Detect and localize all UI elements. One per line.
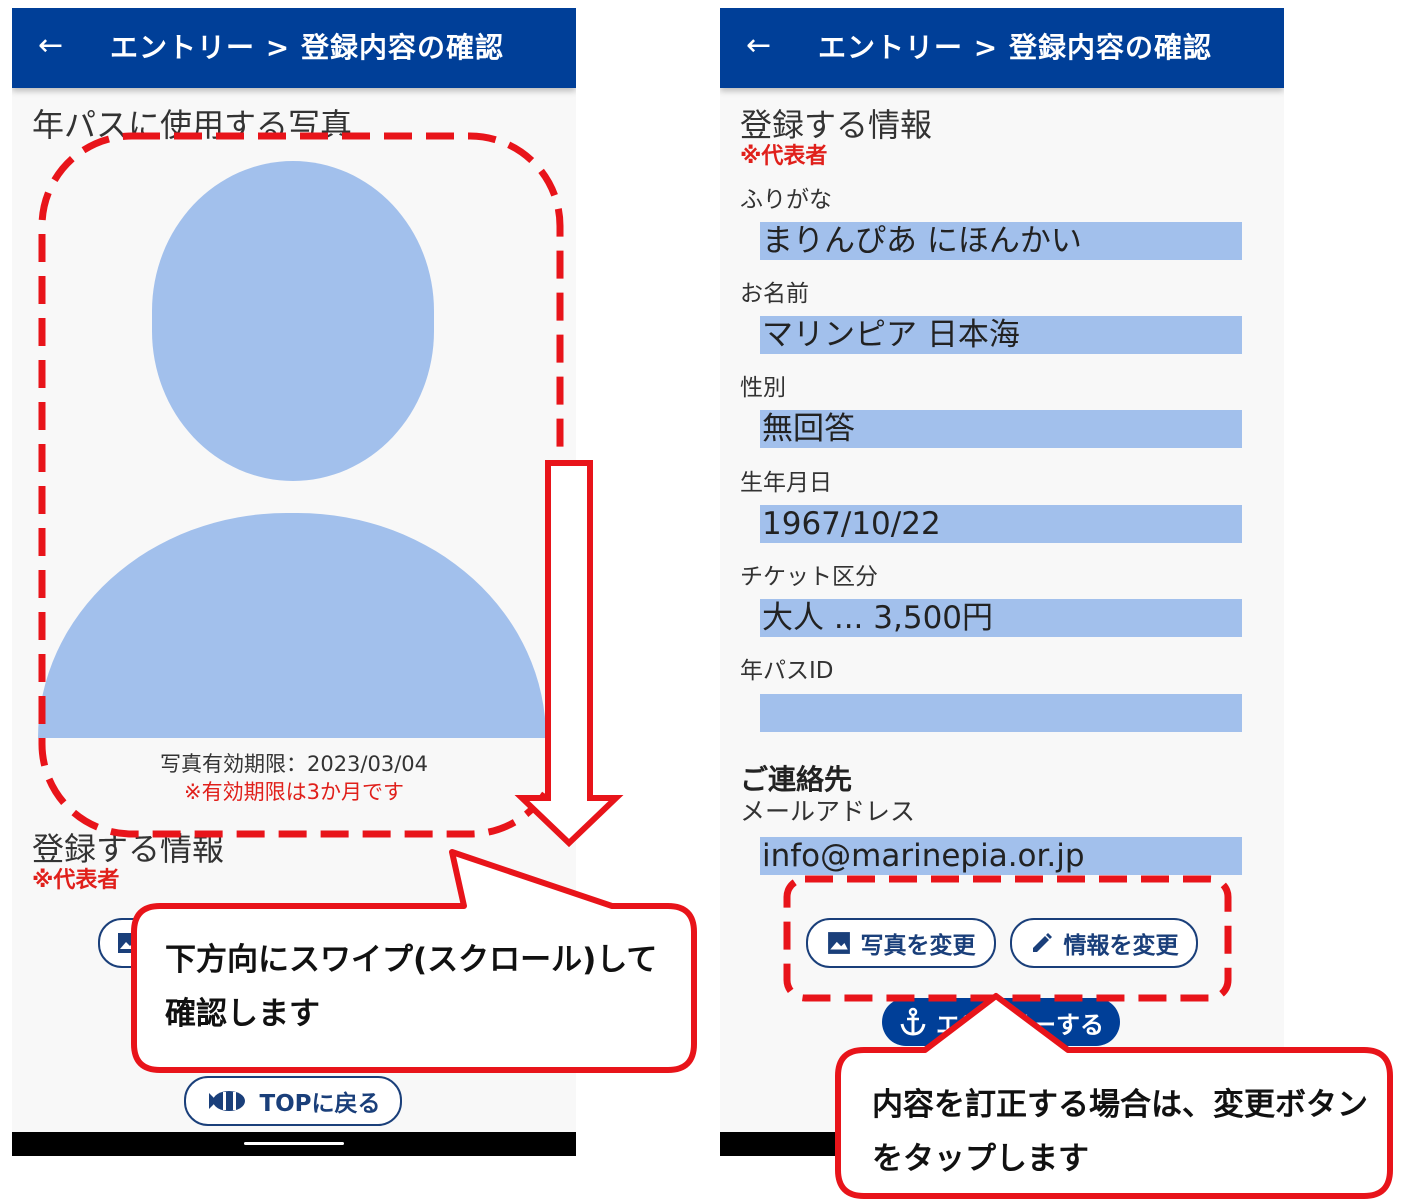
birthdate-label: 生年月日 bbox=[740, 470, 832, 496]
avatar-body-placeholder bbox=[38, 513, 546, 738]
email-label: メールアドレス bbox=[740, 797, 916, 826]
change-callout-line2: をタップします bbox=[872, 1141, 1089, 1177]
app-bar: ← エントリー > 登録内容の確認 bbox=[12, 8, 576, 88]
pass-id-label: 年パスID bbox=[740, 658, 834, 684]
top-button-label: TOPに戻る bbox=[259, 1091, 381, 1117]
swipe-callout-line2: 確認します bbox=[165, 996, 320, 1032]
furigana-label: ふりがな bbox=[740, 187, 832, 213]
image-icon bbox=[827, 932, 850, 954]
email-value: info@marinepia.or.jp bbox=[760, 837, 1242, 875]
right-screen: ← エントリー > 登録内容の確認 登録する情報 ※代表者 ふりがな まりんぴあ… bbox=[720, 8, 1284, 1156]
swipe-callout-line1: 下方向にスワイプ(スクロール)して bbox=[165, 942, 658, 978]
change-callout-line1: 内容を訂正する場合は、変更ボタン bbox=[872, 1087, 1368, 1123]
photo-section-title: 年パスに使用する写真 bbox=[32, 106, 353, 144]
info-change-label: 情報を変更 bbox=[1063, 933, 1179, 959]
back-arrow-icon[interactable]: ← bbox=[746, 26, 771, 66]
photo-change-button-partial[interactable] bbox=[98, 918, 158, 968]
photo-change-button[interactable]: 写真を変更 bbox=[806, 918, 996, 968]
change-callout-text: 内容を訂正する場合は、変更ボタン をタップします bbox=[872, 1078, 1368, 1186]
photo-expiry-date: 写真有効期限：2023/03/04 bbox=[159, 752, 429, 776]
anchor-icon bbox=[900, 1007, 926, 1036]
photo-change-label: 写真を変更 bbox=[860, 933, 976, 959]
name-value: マリンピア 日本海 bbox=[760, 316, 1242, 354]
navigation-bar bbox=[12, 1132, 576, 1156]
app-bar: ← エントリー > 登録内容の確認 bbox=[720, 8, 1284, 88]
back-arrow-icon[interactable]: ← bbox=[38, 26, 63, 66]
pass-id-value bbox=[760, 694, 1242, 732]
ticket-type-value: 大人 ... 3,500円 bbox=[760, 599, 1242, 637]
home-indicator[interactable] bbox=[244, 1142, 344, 1145]
avatar-head-placeholder bbox=[152, 161, 434, 481]
photo-expiry-note: ※有効期限は3か月です bbox=[184, 780, 404, 804]
swipe-callout-text: 下方向にスワイプ(スクロール)して 確認します bbox=[165, 933, 657, 1041]
image-icon bbox=[118, 933, 138, 953]
app-bar-title: エントリー > 登録内容の確認 bbox=[818, 31, 1212, 64]
furigana-value: まりんぴあ にほんかい bbox=[760, 222, 1242, 260]
gender-label: 性別 bbox=[740, 375, 786, 401]
ticket-type-label: チケット区分 bbox=[740, 564, 878, 590]
info-change-button[interactable]: 情報を変更 bbox=[1010, 918, 1198, 968]
birthdate-value: 1967/10/22 bbox=[760, 505, 1242, 543]
name-label: お名前 bbox=[740, 281, 809, 307]
entry-button-label: エントリーする bbox=[936, 1010, 1104, 1039]
pencil-icon bbox=[1032, 933, 1052, 952]
fish-icon bbox=[209, 1091, 246, 1111]
gender-value: 無回答 bbox=[760, 410, 1242, 448]
app-bar-title: エントリー > 登録内容の確認 bbox=[110, 31, 504, 64]
top-button[interactable]: TOPに戻る bbox=[184, 1076, 402, 1126]
representative-label: ※代表者 bbox=[740, 144, 828, 169]
entry-button[interactable]: エントリーする bbox=[882, 998, 1120, 1046]
representative-label: ※代表者 bbox=[32, 868, 120, 893]
